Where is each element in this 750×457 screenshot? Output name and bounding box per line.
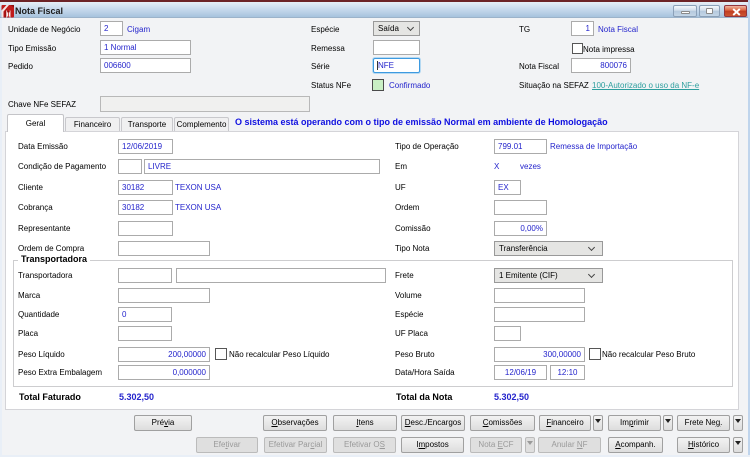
svg-text:ii: ii bbox=[7, 12, 11, 18]
